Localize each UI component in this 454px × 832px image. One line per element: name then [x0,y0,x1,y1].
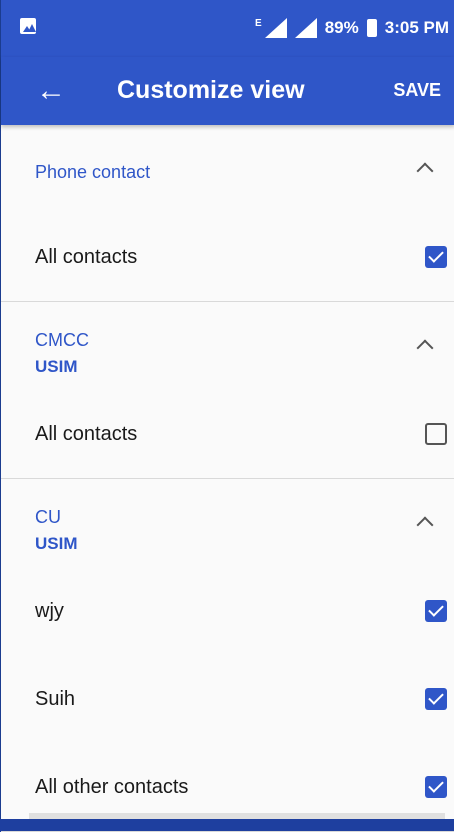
battery-percent: 89% [324,18,359,37]
chevron-up-icon[interactable] [416,162,434,180]
scroll-indicator [29,813,445,819]
group-title: Phone contact [35,162,150,183]
group-header-cmcc[interactable]: CMCC USIM [1,302,454,390]
clock: 3:05 PM [384,18,449,37]
group-header-cu[interactable]: CU USIM [1,479,454,567]
checkbox[interactable] [425,776,447,798]
page-title: Customize view [117,76,305,104]
group-title: CMCC USIM [35,330,89,377]
group-header-phone-contact[interactable]: Phone contact [1,125,454,213]
save-button[interactable]: SAVE [393,80,441,101]
checkbox[interactable] [425,423,447,445]
list-item-label: wjy [35,600,64,622]
app-bar: ← Customize view SAVE [1,57,454,125]
list-item[interactable]: Suih [1,655,454,743]
list-item-label: All contacts [35,246,138,268]
list-item-label: All contacts [35,423,138,445]
list-item[interactable]: wjy [1,567,454,655]
list-item[interactable]: All contacts [1,390,454,478]
list-item[interactable]: All contacts [1,213,454,301]
image-notification-icon [20,18,36,34]
group-title: CU USIM [35,507,78,554]
signal-strength-icon-2 [294,18,317,38]
chevron-up-icon[interactable] [416,339,434,357]
group-name: CU [35,507,61,527]
phone-screen: E 89% 3:05 PM ← Customize view SAVE Phon… [0,0,454,832]
group-account-type: USIM [35,534,78,553]
battery-icon [366,19,377,37]
account-filter-list: Phone contact All contacts CMCC USIM All… [1,125,454,832]
list-item-label: Suih [35,688,76,710]
status-icons: E 89% 3:05 PM [255,17,449,39]
network-type-label: E [255,17,262,29]
checkbox[interactable] [425,600,447,622]
checkbox[interactable] [425,688,447,710]
list-item-label: All other contacts [35,776,189,798]
group-name: Phone contact [35,162,151,182]
signal-strength-icon [264,18,287,38]
checkbox[interactable] [425,246,447,268]
status-bar: E 89% 3:05 PM [1,0,454,57]
group-name: CMCC [35,330,89,350]
back-arrow-icon[interactable]: ← [31,71,71,111]
chevron-up-icon[interactable] [416,516,434,534]
group-account-type: USIM [35,357,78,376]
